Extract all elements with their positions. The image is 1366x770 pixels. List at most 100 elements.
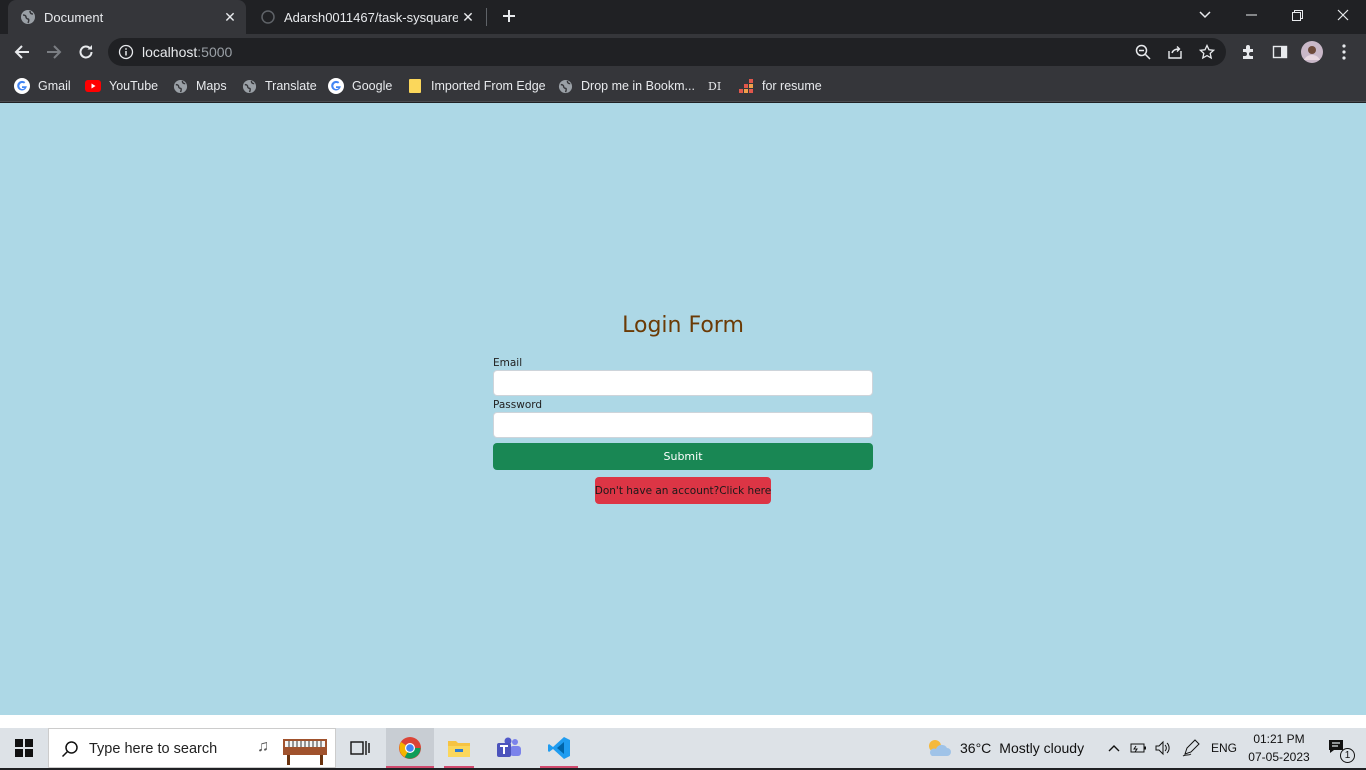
menu-icon[interactable]	[1332, 40, 1356, 64]
bookmark-gmail[interactable]: Gmail	[14, 76, 71, 96]
taskbar-search-box[interactable]: Type here to search ♫	[48, 728, 336, 768]
url-host: localhost	[142, 44, 198, 60]
share-icon[interactable]	[1166, 43, 1184, 61]
taskbar-teams[interactable]	[486, 728, 532, 768]
zoom-icon[interactable]	[1134, 43, 1152, 61]
extensions-icon[interactable]	[1236, 40, 1260, 64]
close-icon[interactable]: ✕	[458, 7, 478, 27]
submit-button[interactable]: Submit	[493, 443, 873, 470]
forward-button[interactable]	[40, 38, 68, 66]
weather-temp: 36°C	[960, 740, 992, 756]
bookmark-translate[interactable]: Translate	[241, 76, 317, 96]
minimize-button[interactable]	[1228, 0, 1274, 30]
vscode-icon	[548, 737, 570, 759]
taskbar-file-explorer[interactable]	[436, 728, 482, 768]
url-port: :5000	[197, 44, 233, 60]
weather-text: Mostly cloudy	[999, 740, 1085, 756]
chevron-up-icon	[1108, 745, 1120, 752]
bookmark-label: Maps	[196, 79, 227, 93]
new-tab-button[interactable]	[498, 5, 520, 27]
tab-divider	[486, 8, 487, 26]
globe-icon	[20, 9, 36, 25]
tab-title: Document	[44, 9, 104, 25]
teams-icon	[497, 737, 521, 757]
weather-widget[interactable]: 36°C Mostly cloudy	[926, 728, 1096, 768]
chrome-icon	[399, 737, 421, 759]
battery-icon[interactable]	[1128, 728, 1150, 768]
restore-button[interactable]	[1274, 0, 1320, 30]
password-field[interactable]	[493, 412, 873, 438]
bookmark-imported-from-edge[interactable]: Imported From Edge	[407, 76, 546, 96]
tab-strip: Document ✕ Adarsh0011467/task-sysquare ✕	[0, 0, 1366, 34]
taskbar-vscode[interactable]	[536, 728, 582, 768]
clock-date: 07-05-2023	[1248, 750, 1310, 764]
email-label: Email	[493, 357, 523, 369]
clock[interactable]: 01:21 PM 07-05-2023	[1244, 728, 1314, 768]
bookmarks-bar: Gmail YouTube Maps Translate Google Impo…	[0, 70, 1366, 102]
profile-avatar[interactable]	[1300, 40, 1324, 64]
close-icon[interactable]: ✕	[220, 7, 240, 27]
close-window-button[interactable]	[1320, 0, 1366, 30]
show-hidden-icons-button[interactable]	[1104, 728, 1124, 768]
bookmark-label: for resume	[762, 79, 822, 93]
bookmark-youtube[interactable]: YouTube	[85, 76, 158, 96]
url-text[interactable]: localhost:5000	[142, 44, 232, 60]
google-icon	[14, 78, 30, 94]
page-bottom-strip	[0, 715, 1366, 728]
bookmark-label: Imported From Edge	[431, 79, 546, 93]
bookmark-di[interactable]: DI	[708, 76, 721, 96]
bookmark-google[interactable]: Google	[328, 76, 392, 96]
tab-title: Adarsh0011467/task-sysquare	[284, 9, 458, 25]
signup-link-button[interactable]: Don't have an account?Click here	[595, 477, 771, 504]
google-icon	[328, 78, 344, 94]
svg-text:♫: ♫	[257, 738, 269, 755]
info-icon[interactable]	[118, 44, 134, 60]
login-form: Login Form Email Password Submit Don't h…	[493, 311, 873, 504]
task-view-icon	[350, 741, 370, 755]
tab-document[interactable]: Document ✕	[8, 0, 246, 34]
loading-icon	[260, 9, 276, 25]
email-field[interactable]	[493, 370, 873, 396]
language-text: ENG	[1210, 741, 1237, 755]
notification-badge: 1	[1340, 748, 1355, 763]
tab-github[interactable]: Adarsh0011467/task-sysquare ✕	[248, 0, 484, 34]
bookmark-label: DI	[708, 79, 722, 93]
page-title: Login Form	[622, 313, 744, 338]
search-placeholder: Type here to search	[89, 741, 218, 757]
page-viewport: Login Form Email Password Submit Don't h…	[0, 103, 1366, 715]
bookmark-label: Translate	[265, 79, 317, 93]
globe-icon	[172, 78, 188, 94]
grid-icon	[738, 78, 754, 94]
side-panel-icon[interactable]	[1268, 40, 1292, 64]
bookmark-label: Gmail	[38, 79, 71, 93]
youtube-icon	[85, 78, 101, 94]
bookmark-for-resume[interactable]: for resume	[738, 76, 822, 96]
bookmark-drop-me[interactable]: Drop me in Bookm...	[557, 76, 695, 96]
address-bar[interactable]: localhost:5000	[108, 38, 1226, 66]
bookmark-label: Drop me in Bookm...	[581, 79, 695, 93]
cloudy-icon	[929, 740, 951, 756]
windows-taskbar: Type here to search ♫ 36°C Mostly cloudy	[0, 728, 1366, 768]
volume-icon[interactable]	[1152, 728, 1174, 768]
reload-button[interactable]	[72, 38, 100, 66]
password-label: Password	[493, 399, 543, 411]
bookmark-maps[interactable]: Maps	[172, 76, 227, 96]
bookmark-label: Google	[352, 79, 393, 93]
bookmark-star-icon[interactable]	[1198, 43, 1216, 61]
bookmark-label: YouTube	[109, 79, 159, 93]
notification-center-button[interactable]: 1	[1318, 728, 1358, 768]
language-indicator[interactable]: ENG	[1206, 728, 1242, 768]
search-highlight-piano-icon: ♫	[255, 731, 331, 770]
back-button[interactable]	[8, 38, 36, 66]
tab-search-button[interactable]	[1182, 0, 1228, 30]
windows-icon	[15, 739, 33, 757]
globe-icon	[241, 78, 257, 94]
folder-icon	[448, 741, 470, 757]
pen-icon[interactable]	[1180, 728, 1202, 768]
start-button[interactable]	[0, 728, 48, 768]
task-view-button[interactable]	[338, 728, 382, 768]
clock-time: 01:21 PM	[1253, 732, 1305, 746]
globe-icon	[557, 78, 573, 94]
search-icon	[61, 740, 79, 761]
taskbar-chrome[interactable]	[386, 728, 434, 768]
